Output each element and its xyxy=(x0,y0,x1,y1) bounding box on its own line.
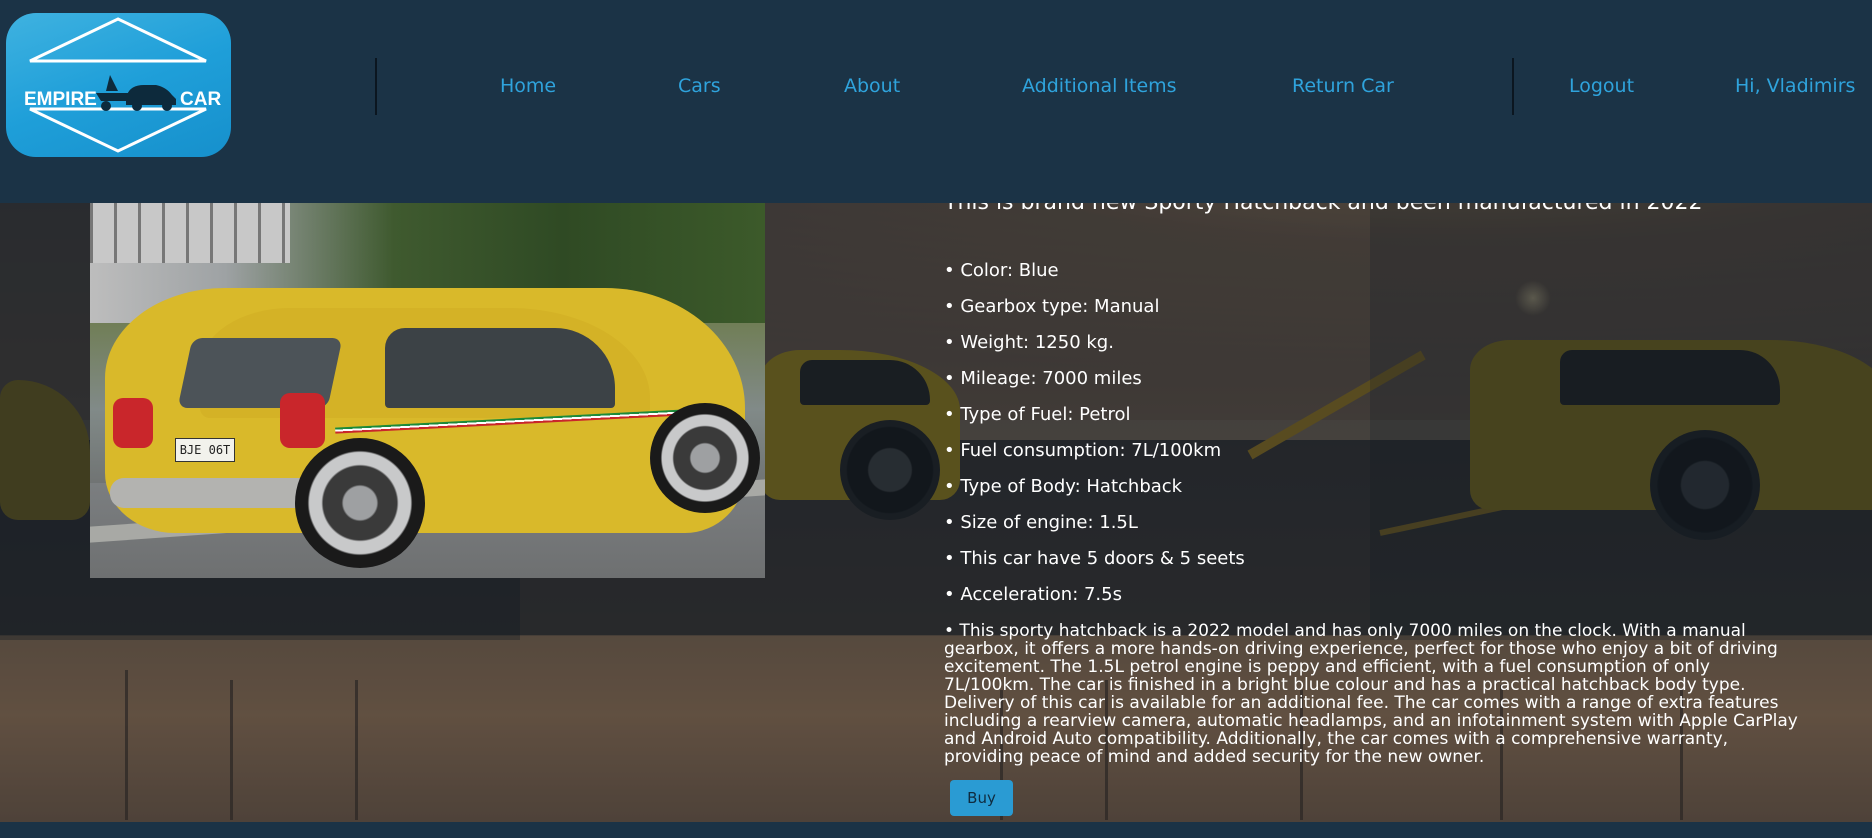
empire-car-logo[interactable]: EMPIRE CAR xyxy=(6,13,231,157)
spec-color: • Color: Blue xyxy=(944,260,1059,281)
top-navbar: EMPIRE CAR Home Cars About Additional It… xyxy=(0,0,1872,203)
user-greeting[interactable]: Hi, Vladimirs xyxy=(1735,75,1855,97)
nav-link-home[interactable]: Home xyxy=(500,75,556,97)
spec-mileage: • Mileage: 7000 miles xyxy=(944,368,1142,389)
license-plate: BJE 06T xyxy=(175,438,235,462)
nav-link-logout[interactable]: Logout xyxy=(1569,75,1634,97)
spec-body-type: • Type of Body: Hatchback xyxy=(944,476,1183,497)
spec-engine-size: • Size of engine: 1.5L xyxy=(944,512,1138,533)
nav-link-additional-items[interactable]: Additional Items xyxy=(1022,75,1177,97)
spec-fuel-type: • Type of Fuel: Petrol xyxy=(944,404,1131,425)
buy-button[interactable]: Buy xyxy=(950,780,1013,816)
nav-link-cars[interactable]: Cars xyxy=(678,75,721,97)
spec-fuel-consumption: • Fuel consumption: 7L/100km xyxy=(944,440,1222,461)
footer-bar xyxy=(0,822,1872,838)
nav-divider-left xyxy=(375,58,377,115)
nav-link-return-car[interactable]: Return Car xyxy=(1292,75,1394,97)
spec-doors-seats: • This car have 5 doors & 5 seets xyxy=(944,548,1245,569)
spec-acceleration: • Acceleration: 7.5s xyxy=(944,584,1122,605)
spec-weight: • Weight: 1250 kg. xyxy=(944,332,1114,353)
car-description: • This sporty hatchback is a 2022 model … xyxy=(944,621,1798,767)
logo-text-left: EMPIRE xyxy=(24,89,97,110)
nav-divider-right xyxy=(1512,58,1514,115)
spec-gearbox: • Gearbox type: Manual xyxy=(944,296,1160,317)
car-spec-list: • Color: Blue • Gearbox type: Manual • W… xyxy=(944,258,1245,618)
car-photo: BJE 06T xyxy=(90,203,765,578)
logo-text-right: CAR xyxy=(180,89,221,110)
logo-emblem-icon: EMPIRE CAR xyxy=(24,17,221,153)
nav-link-about[interactable]: About xyxy=(844,75,900,97)
